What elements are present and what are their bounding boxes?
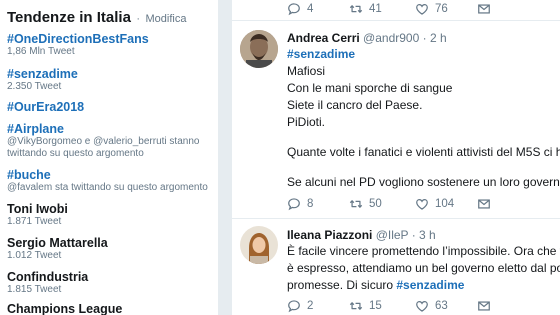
- trend-item[interactable]: Toni Iwobi 1.871 Tweet: [7, 202, 217, 228]
- reply-count: 4: [307, 3, 314, 15]
- retweet-button[interactable]: 15: [349, 298, 382, 314]
- time-separator: ·: [422, 31, 427, 45]
- hashtag-link[interactable]: #senzadime: [287, 47, 355, 61]
- reply-icon: [287, 2, 301, 16]
- tweet-text: È facile vincere promettendo l’impossibi…: [287, 243, 560, 294]
- like-button[interactable]: 63: [415, 298, 448, 314]
- heart-icon: [415, 197, 429, 211]
- tweet-line: Quante volte i fanatici e violenti attiv…: [287, 145, 560, 159]
- retweet-count: 41: [369, 3, 382, 15]
- retweet-button[interactable]: 41: [349, 1, 382, 17]
- retweet-icon: [349, 299, 363, 313]
- trend-name[interactable]: Sergio Mattarella: [7, 236, 217, 250]
- trend-item[interactable]: Sergio Mattarella 1.012 Tweet: [7, 236, 217, 262]
- tweet-feed: 4 41 76 Andrea Cerri @andr900 · 2 h #sen…: [232, 0, 560, 315]
- trend-meta: @VikyBorgomeo e @valerio_berruti stanno: [7, 136, 200, 147]
- trend-name[interactable]: #OurEra2018: [7, 100, 217, 114]
- trends-panel: Tendenze in Italia · Modifica #OneDirect…: [0, 0, 218, 315]
- reply-button[interactable]: 4: [287, 1, 313, 17]
- tweet-actions: 8 50 104: [232, 196, 560, 212]
- reply-count: 2: [307, 300, 314, 312]
- trends-title: Tendenze in Italia: [7, 9, 131, 26]
- envelope-icon: [477, 2, 491, 16]
- reply-icon: [287, 197, 301, 211]
- author-name[interactable]: Andrea Cerri: [287, 31, 360, 45]
- trend-name[interactable]: Champions League: [7, 302, 217, 315]
- tweet-actions: 4 41 76: [232, 1, 560, 17]
- trend-item[interactable]: #OurEra2018: [7, 100, 217, 114]
- author-name[interactable]: Ileana Piazzoni: [287, 228, 372, 242]
- trend-meta: @favalem sta twittando su questo argomen…: [7, 182, 208, 193]
- trend-name[interactable]: #buche: [7, 168, 217, 182]
- envelope-icon: [477, 197, 491, 211]
- trend-name[interactable]: Confindustria: [7, 270, 217, 284]
- heart-icon: [415, 2, 429, 16]
- tweet-line: Se alcuni nel PD vogliono sostenere un l…: [287, 175, 560, 189]
- tweet-line: PiDioti.: [287, 115, 326, 129]
- author-handle[interactable]: @IleP: [376, 228, 409, 242]
- change-trends-link[interactable]: Modifica: [146, 13, 187, 25]
- tweet-time[interactable]: 3 h: [419, 228, 436, 242]
- tweet-line: Con le mani sporche di sangue: [287, 81, 453, 95]
- retweet-icon: [349, 2, 363, 16]
- trend-meta: 2.350 Tweet: [7, 81, 62, 92]
- like-button[interactable]: 104: [415, 196, 454, 212]
- time-separator: ·: [411, 228, 416, 242]
- trend-item[interactable]: Confindustria 1.815 Tweet: [7, 270, 217, 296]
- trend-item[interactable]: Champions League: [7, 302, 217, 315]
- tweet-header: Ileana Piazzoni @IleP · 3 h: [287, 228, 436, 242]
- tweet-line: È facile vincere promettendo l’impossibi…: [287, 244, 560, 258]
- trend-name[interactable]: #senzadime: [7, 67, 217, 81]
- tweet-time[interactable]: 2 h: [430, 31, 447, 45]
- trend-item[interactable]: #Airplane @VikyBorgomeo e @valerio_berru…: [7, 122, 217, 160]
- retweet-button[interactable]: 50: [349, 196, 382, 212]
- tweet-line: è espresso, attendiamo un bel governo el…: [287, 261, 560, 275]
- author-handle[interactable]: @andr900: [363, 31, 419, 45]
- trend-meta: 1.815 Tweet: [7, 284, 62, 295]
- trend-item[interactable]: #buche @favalem sta twittando su questo …: [7, 168, 217, 194]
- trend-item[interactable]: #OneDirectionBestFans 1,86 Mln Tweet: [7, 32, 217, 58]
- tweet-line: promesse. Di sicuro: [287, 278, 394, 292]
- reply-icon: [287, 299, 301, 313]
- direct-message-button[interactable]: [477, 196, 491, 212]
- trend-item[interactable]: #senzadime 2.350 Tweet: [7, 67, 217, 93]
- avatar[interactable]: [240, 226, 278, 264]
- tweet-actions: 2 15 63: [232, 298, 560, 314]
- retweet-count: 15: [369, 300, 382, 312]
- tweet-text: #senzadime Mafiosi Con le mani sporche d…: [287, 46, 560, 191]
- direct-message-button[interactable]: [477, 298, 491, 314]
- tweet-divider: [232, 20, 560, 21]
- tweet-divider: [232, 218, 560, 219]
- tweet-header: Andrea Cerri @andr900 · 2 h: [287, 31, 447, 45]
- tweet-line: Siete il cancro del Paese.: [287, 98, 423, 112]
- trend-meta-continued: twittando su questo argomento: [7, 148, 144, 159]
- like-button[interactable]: 76: [415, 1, 448, 17]
- tweet-line: Mafiosi: [287, 64, 326, 78]
- like-count: 76: [435, 3, 448, 15]
- reply-count: 8: [307, 198, 314, 210]
- reply-button[interactable]: 2: [287, 298, 313, 314]
- trend-meta: 1.871 Tweet: [7, 216, 62, 227]
- avatar[interactable]: [240, 30, 278, 68]
- hashtag-link[interactable]: #senzadime: [396, 278, 464, 292]
- retweet-icon: [349, 197, 363, 211]
- heart-icon: [415, 299, 429, 313]
- like-count: 104: [435, 198, 455, 210]
- reply-button[interactable]: 8: [287, 196, 313, 212]
- trend-name[interactable]: #OneDirectionBestFans: [7, 32, 217, 46]
- retweet-count: 50: [369, 198, 382, 210]
- trend-meta: 1.012 Tweet: [7, 250, 62, 261]
- trend-name[interactable]: #Airplane: [7, 122, 217, 136]
- trends-header: Tendenze in Italia · Modifica: [7, 9, 186, 27]
- direct-message-button[interactable]: [477, 1, 491, 17]
- trend-meta: 1,86 Mln Tweet: [7, 46, 75, 57]
- envelope-icon: [477, 299, 491, 313]
- header-separator: ·: [136, 13, 141, 25]
- trend-name[interactable]: Toni Iwobi: [7, 202, 217, 216]
- like-count: 63: [435, 300, 448, 312]
